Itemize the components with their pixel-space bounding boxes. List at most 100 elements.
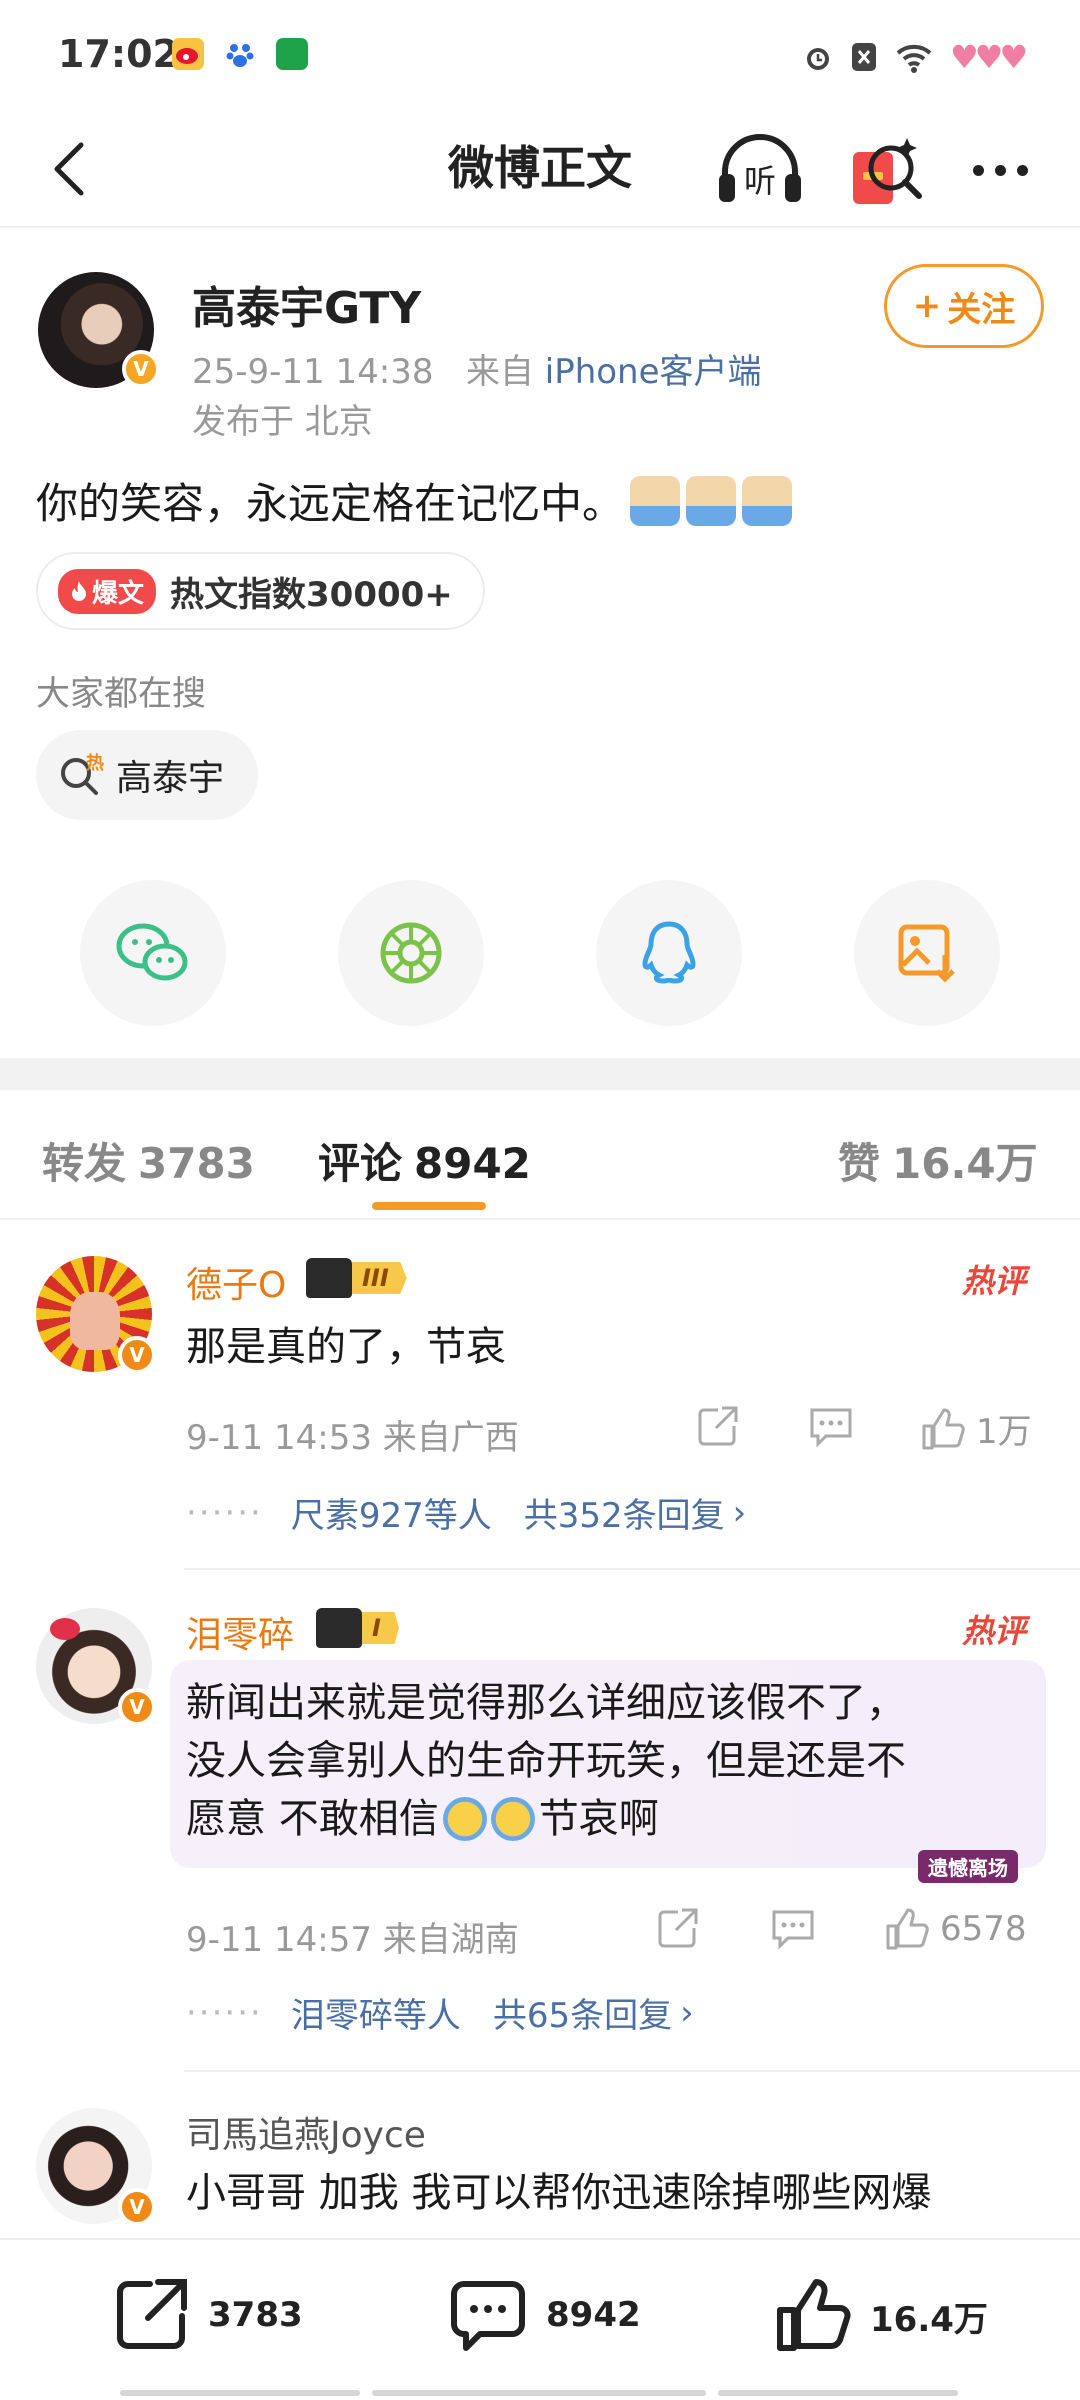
share-qq-button[interactable] — [596, 880, 742, 1026]
comment-text-line: 愿意 不敢相信 节哀啊 — [186, 1796, 659, 1842]
comment-avatar[interactable]: V — [36, 2108, 156, 2226]
share-icon — [698, 1406, 738, 1446]
commenter-name[interactable]: 司馬追燕Joyce — [186, 2106, 426, 2158]
comment-text: 小哥哥 加我 我可以帮你迅速除掉哪些网爆 — [186, 2170, 932, 2216]
status-time: 17:02 — [58, 32, 179, 76]
chevron-right-icon: › — [732, 1492, 747, 1533]
comment-like-button[interactable]: 1万 — [920, 1404, 1032, 1453]
share-row — [80, 880, 1000, 1026]
comment-text-line: 没人会拿别人的生命开玩笑，但是还是不 — [186, 1738, 906, 1784]
thumbs-up-icon — [922, 1408, 965, 1449]
reply-summary-link[interactable]: ······ 尺素927等人 共352条回复 › — [186, 1488, 746, 1537]
bottom-repost-button[interactable]: 3783 — [112, 2276, 303, 2354]
baidu-paw-icon — [224, 38, 256, 70]
svg-text:听: 听 — [744, 162, 776, 200]
section-divider — [0, 1058, 1080, 1090]
post-text: 你的笑容，永远定格在记忆中。 — [36, 470, 793, 531]
comment-text: 那是真的了，节哀 — [186, 1324, 506, 1370]
wechat-icon — [116, 923, 188, 981]
member-level-badge: III — [306, 1258, 407, 1298]
red-packet-icon — [853, 138, 922, 204]
save-image-icon — [898, 924, 955, 983]
commenter-name[interactable]: 泪零碎 — [186, 1606, 294, 1658]
chevron-right-icon: › — [680, 1992, 694, 2033]
repost-icon — [117, 2279, 187, 2349]
commenter-name[interactable]: 德子O — [186, 1256, 286, 1308]
member-level-badge: I — [316, 1608, 399, 1648]
comment-share-button[interactable] — [656, 1906, 700, 1950]
comment-like-button[interactable]: 6578 — [884, 1906, 1027, 1952]
verified-icon: V — [122, 350, 160, 388]
alarm-icon — [806, 48, 829, 70]
comment-icon — [810, 1408, 852, 1448]
comment-avatar[interactable]: V — [36, 1256, 156, 1374]
bottom-comment-button[interactable]: 8942 — [448, 2276, 641, 2354]
verified-icon: V — [118, 2188, 156, 2226]
pray-emoji-icon — [686, 475, 737, 526]
tab-likes[interactable]: 赞 16.4万 — [838, 1130, 1038, 1191]
red-packet-button[interactable] — [845, 128, 925, 212]
qq-icon — [642, 921, 696, 984]
follow-button[interactable]: + 关注 — [884, 264, 1044, 348]
home-indicator — [120, 2390, 360, 2396]
post-tabs: 转发 3783 评论 8942 赞 16.4万 — [0, 1090, 1080, 1220]
tab-comments[interactable]: 评论 8942 — [318, 1130, 531, 1191]
bottom-action-bar: 3783 8942 16.4万 — [0, 2238, 1080, 2400]
hearts-icon: ♥♥♥ — [949, 38, 1028, 76]
source-prefix: 来自 — [465, 352, 534, 392]
moments-icon — [380, 922, 442, 984]
home-indicator — [718, 2390, 958, 2396]
weibo-icon — [172, 38, 204, 70]
home-indicator — [372, 2390, 706, 2396]
search-chip[interactable]: 热 高泰宇 — [36, 730, 259, 820]
plus-icon: + — [912, 286, 942, 326]
listen-button[interactable]: 听 — [715, 128, 805, 212]
comment-meta: 9-11 14:53 来自广西 — [186, 1418, 519, 1458]
author-name[interactable]: 高泰宇GTY — [192, 272, 421, 336]
comment-icon — [451, 2281, 525, 2351]
search-section-title: 大家都在搜 — [36, 674, 206, 714]
comment-share-button[interactable] — [696, 1404, 740, 1448]
sim-off-icon — [851, 43, 876, 71]
share-wechat-button[interactable] — [80, 880, 226, 1026]
verified-icon: V — [118, 1336, 156, 1374]
comment-reply-button[interactable] — [808, 1404, 854, 1448]
hot-index-text: 热文指数30000+ — [170, 574, 453, 615]
hot-comment-label: 热评 — [962, 1262, 1027, 1300]
thumbs-up-icon — [886, 1908, 929, 1950]
reply-summary-link[interactable]: ······ 泪零碎等人 共65条回复 › — [186, 1988, 694, 2037]
comment-reply-button[interactable] — [770, 1906, 816, 1950]
comment-icon — [772, 1910, 814, 1950]
status-app-icons — [172, 38, 308, 70]
verified-icon: V — [118, 1688, 156, 1726]
more-button[interactable] — [960, 128, 1040, 212]
svg-text:热: 热 — [86, 752, 104, 774]
post-time: 25-9-11 14:38 — [192, 352, 434, 392]
comment-divider — [184, 1568, 1080, 1570]
search-chip-label: 高泰宇 — [116, 758, 225, 799]
hot-index-chip[interactable]: 爆文 热文指数30000+ — [36, 552, 485, 630]
save-image-button[interactable] — [854, 880, 1000, 1026]
post-meta: 25-9-11 14:38 来自 iPhone客户端 — [192, 344, 762, 393]
comment-meta: 9-11 14:57 来自湖南 — [186, 1920, 519, 1960]
status-bar: 17:02 ♥♥♥ — [0, 0, 1080, 110]
crown-icon — [316, 1608, 362, 1648]
dot-icon — [1016, 164, 1028, 176]
dot-icon — [994, 164, 1006, 176]
status-system-icons: ♥♥♥ — [802, 38, 1028, 76]
source-client-link[interactable]: iPhone客户端 — [545, 352, 762, 392]
tab-active-indicator — [372, 1202, 486, 1210]
comment-avatar[interactable]: V — [36, 1608, 156, 1726]
hot-post-tag: 爆文 — [58, 568, 157, 614]
share-moments-button[interactable] — [338, 880, 484, 1026]
thumbs-up-icon — [777, 2279, 851, 2351]
share-icon — [658, 1908, 698, 1948]
bottom-like-button[interactable]: 16.4万 — [772, 2276, 988, 2356]
pray-emoji-icon — [742, 475, 793, 526]
dot-icon — [972, 164, 984, 176]
nav-bar: 微博正文 听 — [0, 110, 1080, 228]
author-avatar[interactable]: V — [38, 272, 160, 388]
tab-repost[interactable]: 转发 3783 — [42, 1130, 255, 1191]
comment-divider — [184, 2070, 1080, 2072]
crying-emoji-icon — [490, 1797, 535, 1841]
